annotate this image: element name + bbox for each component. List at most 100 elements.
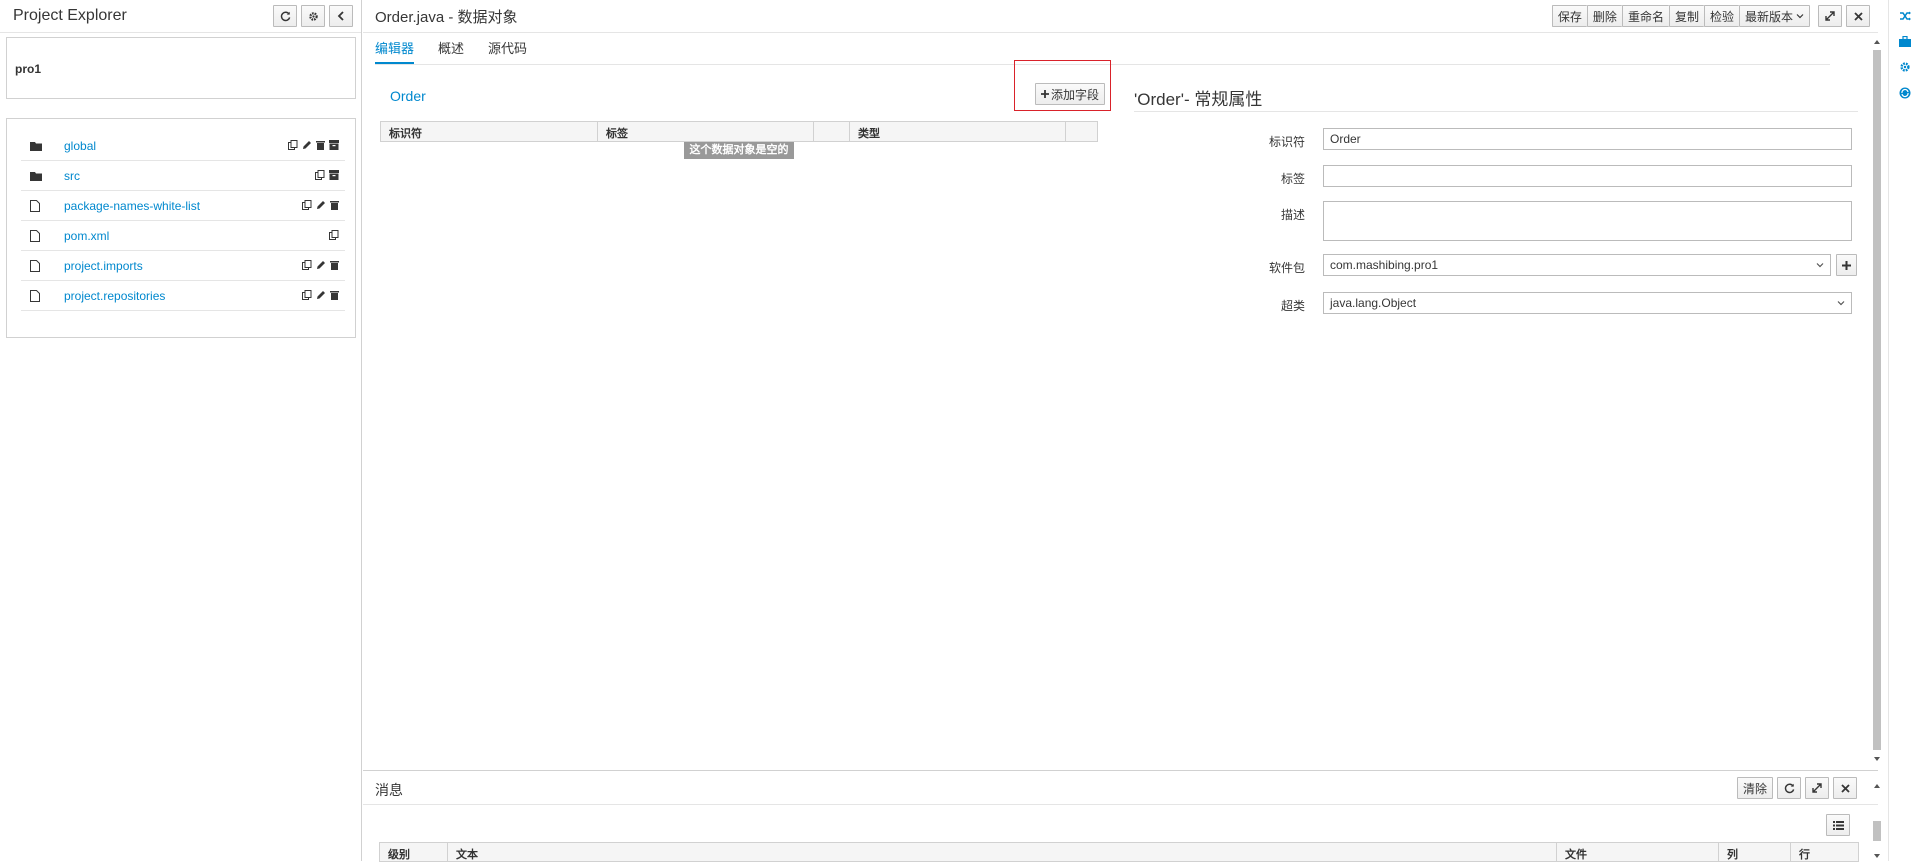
- delete-icon[interactable]: [330, 289, 339, 303]
- tree-item-label[interactable]: project.imports: [64, 259, 302, 273]
- gear-icon[interactable]: [1897, 59, 1913, 75]
- edit-icon[interactable]: [316, 289, 326, 303]
- column-identifier[interactable]: 标识符: [381, 122, 598, 141]
- archive-icon[interactable]: [329, 139, 339, 153]
- tree-item-label[interactable]: src: [64, 169, 315, 183]
- tree-item[interactable]: project.imports: [21, 251, 345, 281]
- add-package-button[interactable]: [1836, 254, 1857, 276]
- tree-item-label[interactable]: project.repositories: [64, 289, 302, 303]
- validate-button[interactable]: 检验: [1703, 5, 1739, 27]
- column-type[interactable]: 类型: [850, 122, 1066, 141]
- chevron-down-icon: [1796, 14, 1804, 19]
- copy-icon[interactable]: [288, 139, 298, 153]
- tree-item[interactable]: pom.xml: [21, 221, 345, 251]
- refresh-button[interactable]: [273, 5, 297, 27]
- briefcase-icon[interactable]: [1897, 33, 1913, 49]
- project-name: pro1: [15, 62, 42, 76]
- chevron-down-icon: [1816, 263, 1824, 268]
- gear-icon: [308, 11, 318, 21]
- delete-icon[interactable]: [330, 199, 339, 213]
- panel-title: Project Explorer: [13, 7, 127, 24]
- column-column[interactable]: 列: [1719, 843, 1791, 861]
- copy-icon[interactable]: [302, 259, 312, 273]
- save-button[interactable]: 保存: [1551, 5, 1587, 27]
- settings-button[interactable]: [301, 5, 325, 27]
- add-field-button[interactable]: 添加字段: [1035, 83, 1106, 105]
- edit-icon[interactable]: [316, 259, 326, 273]
- tab-editor[interactable]: 编辑器: [375, 38, 415, 64]
- project-explorer-panel: Project Explorer pro1 global src package…: [0, 0, 362, 861]
- project-selector[interactable]: pro1: [6, 37, 356, 99]
- tree-item-label[interactable]: pom.xml: [64, 229, 329, 243]
- tab-source[interactable]: 源代码: [488, 38, 527, 64]
- collapse-panel-button[interactable]: [329, 5, 353, 27]
- tree-item-label[interactable]: global: [64, 139, 288, 153]
- scroll-down-icon[interactable]: [1871, 754, 1883, 764]
- delete-button[interactable]: 删除: [1586, 5, 1622, 27]
- shuffle-icon[interactable]: [1897, 8, 1913, 24]
- latest-version-dropdown[interactable]: 最新版本: [1738, 5, 1810, 27]
- copy-icon[interactable]: [302, 199, 312, 213]
- data-object-editor: Order.java - 数据对象 保存 删除 重命名 复制 检验 最新版本 编…: [363, 0, 1881, 770]
- scroll-up-icon[interactable]: [1871, 37, 1883, 47]
- delete-icon[interactable]: [316, 139, 325, 153]
- scroll-up-icon[interactable]: [1871, 781, 1883, 791]
- maximize-button[interactable]: [1818, 5, 1842, 27]
- maximize-messages-button[interactable]: [1805, 777, 1829, 799]
- messages-table-header: 级别 文本 文件 列 行: [379, 842, 1859, 862]
- tree-item[interactable]: src: [21, 161, 345, 191]
- label-label: 标签: [1280, 172, 1305, 186]
- copy-icon[interactable]: [329, 229, 339, 243]
- column-text[interactable]: 文本: [448, 843, 1557, 861]
- archive-icon[interactable]: [329, 169, 339, 183]
- column-line[interactable]: 行: [1791, 843, 1858, 861]
- copy-icon[interactable]: [315, 169, 325, 183]
- package-select[interactable]: com.mashibing.pro1: [1323, 254, 1831, 276]
- superclass-value: java.lang.Object: [1330, 296, 1417, 310]
- editor-scrollbar[interactable]: [1871, 36, 1883, 766]
- chevron-left-icon: [337, 11, 344, 21]
- column-file[interactable]: 文件: [1557, 843, 1719, 861]
- expand-icon: [1812, 783, 1822, 793]
- close-messages-button[interactable]: [1833, 777, 1857, 799]
- messages-toolbar: 清除: [1733, 777, 1857, 799]
- edit-icon[interactable]: [316, 199, 326, 213]
- edit-icon[interactable]: [302, 139, 312, 153]
- tree-item[interactable]: project.repositories: [21, 281, 345, 311]
- delete-icon[interactable]: [330, 259, 339, 273]
- column-label[interactable]: 标签: [598, 122, 814, 141]
- messages-panel: 消息 清除 级别 文本 文件 列 行: [363, 770, 1881, 862]
- superclass-select[interactable]: java.lang.Object: [1323, 292, 1852, 314]
- scrollbar-thumb[interactable]: [1873, 50, 1881, 750]
- object-name-link[interactable]: Order: [390, 88, 426, 104]
- identifier-field[interactable]: [1323, 128, 1852, 150]
- tab-overview[interactable]: 概述: [438, 38, 464, 64]
- identifier-label: 标识符: [1268, 135, 1305, 149]
- column-picker-button[interactable]: [1826, 814, 1850, 836]
- scrollbar-thumb[interactable]: [1873, 821, 1881, 841]
- scroll-down-icon[interactable]: [1871, 851, 1883, 861]
- column-actions: [1066, 122, 1097, 141]
- tree-item[interactable]: global: [21, 131, 345, 161]
- clear-button[interactable]: 清除: [1736, 777, 1773, 799]
- messages-scrollbar[interactable]: [1871, 781, 1883, 862]
- refresh-icon: [280, 11, 290, 21]
- plus-icon: [1842, 260, 1851, 270]
- sync-icon[interactable]: [1897, 85, 1913, 101]
- tree-item[interactable]: package-names-white-list: [21, 191, 345, 221]
- copy-icon[interactable]: [302, 289, 312, 303]
- description-field[interactable]: [1323, 201, 1852, 241]
- tree-item-label[interactable]: package-names-white-list: [64, 199, 302, 213]
- expand-icon: [1825, 11, 1835, 21]
- fields-table-header: 标识符 标签 类型: [380, 121, 1098, 142]
- rename-button[interactable]: 重命名: [1621, 5, 1669, 27]
- editor-tabs: 编辑器 概述 源代码: [375, 38, 551, 64]
- close-button[interactable]: [1846, 5, 1870, 27]
- right-tool-rail: [1888, 0, 1920, 861]
- add-field-label: 添加字段: [1051, 87, 1100, 102]
- copy-button[interactable]: 复制: [1668, 5, 1704, 27]
- label-field[interactable]: [1323, 165, 1852, 187]
- file-icon: [30, 289, 46, 302]
- column-level[interactable]: 级别: [380, 843, 448, 861]
- refresh-messages-button[interactable]: [1777, 777, 1801, 799]
